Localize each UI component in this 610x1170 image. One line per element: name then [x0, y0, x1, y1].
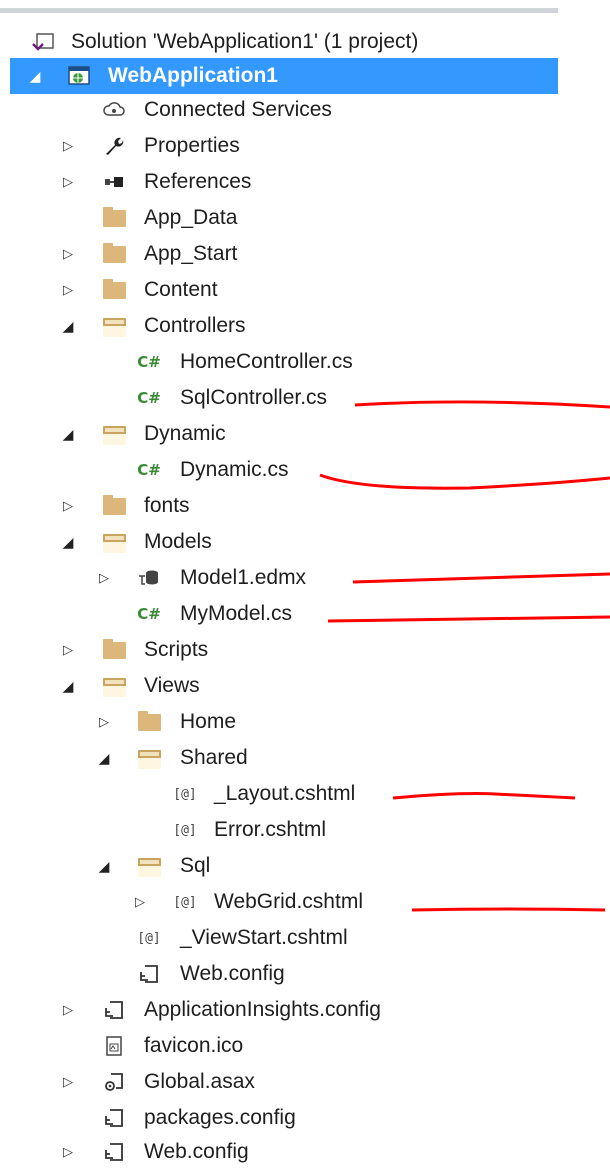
annotation-layer — [319, 400, 610, 912]
annotation-underline — [354, 400, 610, 409]
annotation-underline — [392, 792, 576, 800]
annotation-underline — [327, 615, 610, 623]
annotation-underline — [319, 473, 610, 490]
annotation-underline — [352, 572, 610, 584]
annotation-underline — [411, 907, 606, 912]
